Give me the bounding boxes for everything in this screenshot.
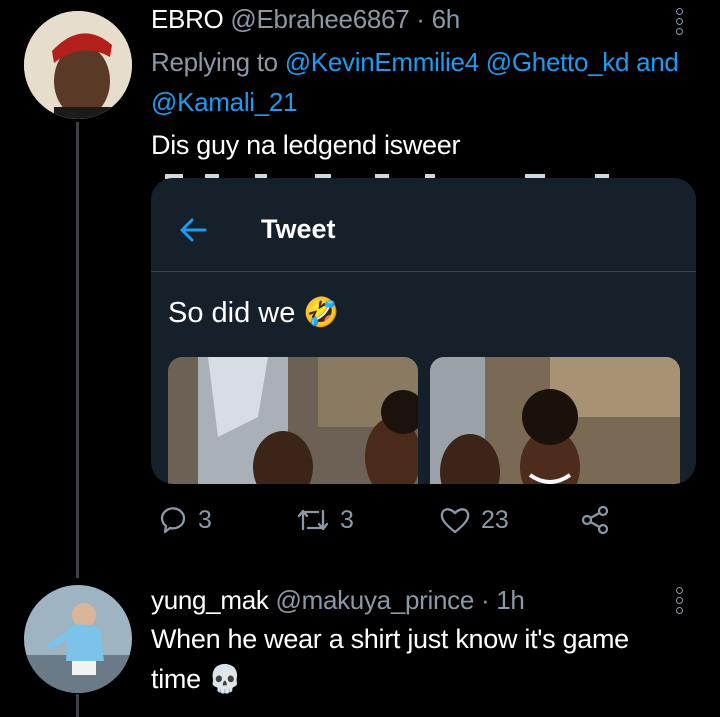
tweet-header: EBRO @Ebrahee6867 · 6h <box>151 4 460 35</box>
tweet-text: Dis guy na ledgend isweer <box>151 130 461 160</box>
more-vertical-icon[interactable] <box>676 587 686 614</box>
display-name[interactable]: EBRO <box>151 4 224 34</box>
tweet-text-cont: time 💀 <box>151 664 242 694</box>
share-icon <box>581 505 609 535</box>
replying-to: Replying to @KevinEmmilie4 @Ghetto_kd an… <box>151 47 679 78</box>
replying-to-cont: @Kamali_21 <box>151 87 298 118</box>
display-name[interactable]: yung_mak <box>151 585 269 615</box>
avatar[interactable] <box>24 11 132 119</box>
tweet-actions: 3 3 23 <box>0 505 720 545</box>
reply-count: 3 <box>198 505 212 534</box>
replying-mentions[interactable]: @KevinEmmilie4 @Ghetto_kd and <box>285 47 679 77</box>
like-button[interactable]: 23 <box>439 505 509 535</box>
timestamp: · 6h <box>416 4 460 34</box>
reply-icon <box>160 507 186 534</box>
avatar[interactable] <box>24 585 132 693</box>
tweet-text: When he wear a shirt just know it's game <box>151 624 629 654</box>
heart-icon <box>440 508 470 534</box>
retweet-icon <box>297 509 329 531</box>
tweet-header: yung_mak @makuya_prince · 1h <box>151 585 525 616</box>
reply-button[interactable]: 3 <box>158 505 212 535</box>
replying-mention[interactable]: @Kamali_21 <box>151 87 298 117</box>
embed-header: Tweet <box>151 178 696 272</box>
embed-title: Tweet <box>261 214 336 244</box>
photo-left <box>168 357 418 484</box>
photo-right <box>430 357 680 484</box>
retweet-count: 3 <box>340 505 354 534</box>
handle[interactable]: @Ebrahee6867 <box>230 4 409 34</box>
replying-prefix: Replying to <box>151 47 278 77</box>
arrow-left-icon <box>180 218 207 242</box>
like-count: 23 <box>481 505 509 534</box>
retweet-button[interactable]: 3 <box>296 505 354 535</box>
share-button[interactable] <box>580 505 610 535</box>
more-vertical-icon[interactable] <box>676 8 686 35</box>
timestamp: · 1h <box>480 585 525 615</box>
handle[interactable]: @makuya_prince <box>276 585 475 615</box>
embed-text: So did we 🤣 <box>168 297 340 329</box>
thread-line <box>76 694 79 717</box>
embedded-screenshot[interactable]: Tweet So did we 🤣 <box>151 178 696 484</box>
